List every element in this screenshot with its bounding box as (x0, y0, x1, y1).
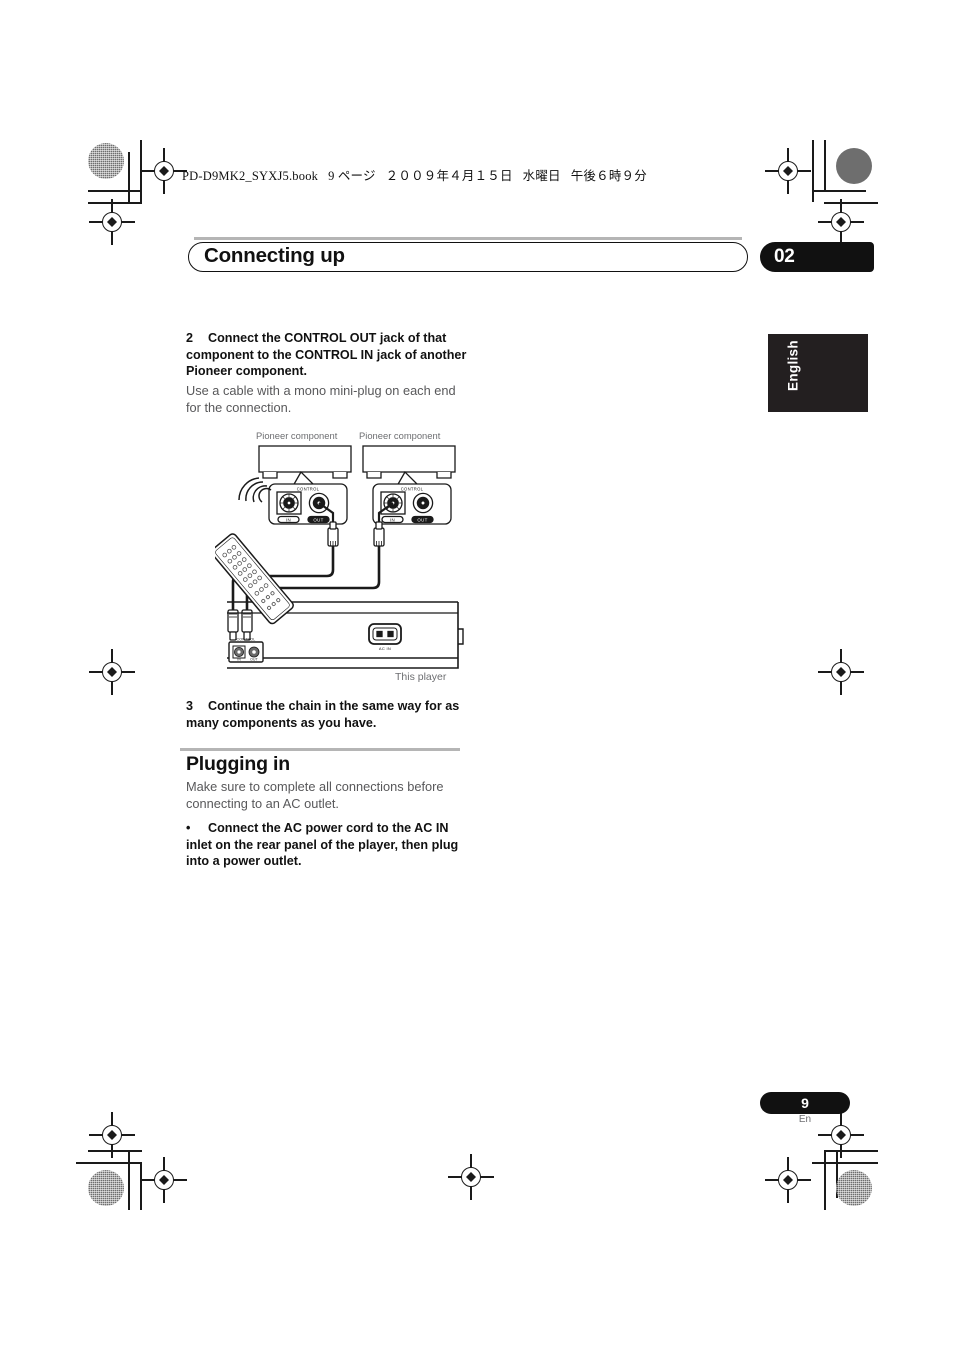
registration-target-bottom-center (448, 1154, 494, 1200)
svg-text:CONTROL: CONTROL (237, 638, 256, 642)
section-title: Plugging in (186, 753, 290, 775)
registration-target (765, 148, 811, 194)
registration-target (89, 199, 135, 245)
step-2-number: 2 (186, 331, 194, 345)
section-bullet: • Connect the AC power cord to the AC IN … (186, 820, 468, 870)
diagram-artwork: CONTROL CONTROL IN IN OUT OUT AC IN CONT… (215, 445, 464, 669)
registration-target (141, 148, 187, 194)
registration-target (818, 649, 864, 695)
chapter-rule (194, 237, 742, 240)
svg-text:IN: IN (286, 517, 291, 522)
registration-target (89, 649, 135, 695)
registration-target (89, 1112, 135, 1158)
step-2-bold-text: Connect the CONTROL OUT jack of that com… (186, 331, 467, 379)
connection-diagram: Pioneer component Pioneer component CONT… (215, 424, 485, 686)
step-2-body: Use a cable with a mono mini-plug on eac… (186, 383, 456, 416)
manual-page: PD-D9MK2_SYXJ5.book 9 ページ ２００９年４月１５日 水曜日… (0, 0, 954, 1350)
section-rule (180, 748, 460, 752)
svg-text:OUT: OUT (313, 517, 323, 522)
registration-target (765, 1157, 811, 1203)
language-tab-label: English (785, 340, 801, 391)
svg-text:OUT: OUT (250, 658, 258, 662)
registration-target (818, 199, 864, 245)
step-3-number: 3 (186, 699, 194, 713)
svg-text:CONTROL: CONTROL (297, 487, 320, 492)
page-language-code: En (798, 1114, 812, 1125)
section-intro: Make sure to complete all connections be… (186, 778, 468, 812)
step-3-heading: 3 Continue the chain in the same way for … (186, 698, 468, 731)
section-intro-text: Make sure to complete all connections be… (186, 779, 444, 812)
step-2-heading: 2 Connect the CONTROL OUT jack of that co… (186, 330, 468, 380)
page-title: Connecting up (204, 244, 345, 267)
diagram-label-this-player: This player (395, 671, 447, 683)
svg-text:AC IN: AC IN (379, 646, 391, 651)
svg-text:IN: IN (237, 658, 241, 662)
registration-target (141, 1157, 187, 1203)
step-3-bold-text: Continue the chain in the same way for a… (186, 699, 460, 730)
language-tab: English (768, 334, 868, 412)
page-number-badge: 9 (760, 1092, 850, 1114)
bullet-marker: • (186, 821, 191, 835)
chapter-number-badge: 02 (760, 242, 874, 272)
section-bullet-text: Connect the AC power cord to the AC IN i… (186, 821, 459, 869)
step-3: 3 Continue the chain in the same way for … (186, 698, 468, 731)
print-file-info: PD-D9MK2_SYXJ5.book 9 ページ ２００９年４月１５日 水曜日… (182, 169, 647, 183)
svg-text:IN: IN (390, 517, 395, 522)
step-2: 2 Connect the CONTROL OUT jack of that co… (186, 330, 468, 416)
chapter-header: Connecting up (188, 237, 748, 272)
svg-text:OUT: OUT (417, 517, 427, 522)
section-bullet-heading: • Connect the AC power cord to the AC IN … (186, 820, 468, 870)
svg-text:CONTROL: CONTROL (401, 487, 424, 492)
